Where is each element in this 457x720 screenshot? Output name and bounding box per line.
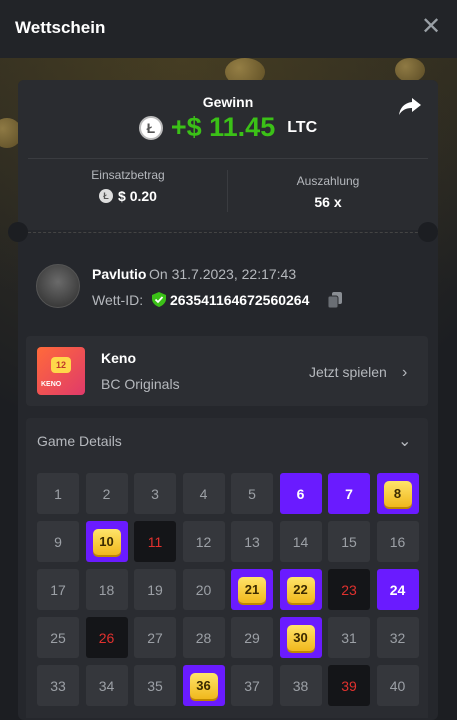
keno-tile-4: 4 [182,473,225,514]
close-icon[interactable]: ✕ [421,15,441,39]
keno-tile-30: 30 [279,617,322,658]
bet-date: On 31.7.2023, 22:17:43 [149,266,297,282]
keno-tile-35: 35 [134,665,176,706]
gem-icon: 36 [189,672,218,699]
game-link[interactable]: 12 KENO Keno BC Originals Jetzt spielen … [26,336,428,406]
keno-tile-11: 11 [134,521,176,562]
modal-title: Wettschein [15,18,106,37]
chevron-right-icon[interactable]: › [402,364,407,382]
keno-tile-31: 31 [328,617,370,658]
ticket-notch [8,222,28,242]
avatar[interactable] [36,264,80,308]
game-name: Keno [101,350,136,366]
win-amount-row: Ł +$ 11.45 LTC [18,112,438,143]
keno-tile-40: 40 [376,665,419,706]
keno-tile-12: 12 [182,521,225,562]
coin-decoration [395,58,425,82]
bet-info: Pavlutio On 31.7.2023, 22:17:43 Wett-ID:… [36,262,416,312]
keno-tile-5: 5 [231,473,273,514]
chevron-down-icon[interactable]: ⌄ [398,431,411,451]
keno-tile-34: 34 [85,665,128,706]
stake-value: $ 0.20 [118,188,157,204]
keno-tile-15: 15 [328,521,370,562]
gem-icon: 10 [92,528,121,555]
keno-tile-29: 29 [231,617,273,658]
thumb-ball: 12 [51,357,71,373]
keno-tile-37: 37 [231,665,273,706]
gem-icon: 21 [238,576,266,603]
keno-tile-24: 24 [376,569,419,610]
gem-icon: 22 [286,576,315,603]
keno-tile-9: 9 [37,521,79,562]
keno-tile-33: 33 [37,665,79,706]
keno-tile-38: 38 [279,665,322,706]
payout-stat: Auszahlung 56 x [228,174,428,210]
game-details-title: Game Details [37,433,122,449]
keno-tile-18: 18 [85,569,128,610]
gem-icon: 30 [286,624,315,651]
stake-value-row: Ł $ 0.20 [28,188,228,204]
verified-shield-icon [152,292,166,307]
keno-tile-17: 17 [37,569,79,610]
keno-tile-20: 20 [182,569,225,610]
copy-icon[interactable] [328,292,342,308]
keno-tile-32: 32 [376,617,419,658]
ltc-coin-icon: Ł [138,115,163,140]
game-details-panel: Game Details ⌄ 1 2 3 4 5 6 7 8 9 10 11 12 13 14 15 16 17… [26,418,428,718]
payout-value: 56 x [314,194,342,210]
keno-tile-36: 36 [182,665,225,706]
bet-id-label: Wett-ID: [92,292,144,308]
username[interactable]: Pavlutio [92,266,146,282]
keno-tile-7: 7 [328,473,370,514]
keno-tile-28: 28 [182,617,225,658]
keno-tile-23: 23 [328,569,370,610]
stake-label: Einsatzbetrag [91,168,165,182]
ticket-notch [418,222,438,242]
keno-tile-2: 2 [85,473,128,514]
keno-tile-39: 39 [328,665,370,706]
keno-tile-1: 1 [37,473,79,514]
win-label: Gewinn [202,94,254,110]
bet-id: 263541164672560264 [170,292,310,308]
game-provider: BC Originals [101,376,180,392]
modal-header: Wettschein ✕ [0,0,457,58]
divider [28,158,428,159]
win-currency: LTC [287,118,318,136]
gem-icon: 8 [383,480,412,507]
keno-tile-25: 25 [37,617,79,658]
keno-tile-19: 19 [134,569,176,610]
keno-tile-16: 16 [376,521,419,562]
keno-tile-3: 3 [134,473,176,514]
keno-tile-13: 13 [231,521,273,562]
perforation-divider [18,232,438,234]
keno-tile-6: 6 [279,473,322,514]
win-summary: Gewinn Ł +$ 11.45 LTC Einsatzbetrag Ł $ … [18,80,438,230]
keno-tile-14: 14 [279,521,322,562]
keno-tile-8: 8 [376,473,419,514]
win-amount: +$ 11.45 [170,112,276,142]
keno-game-thumbnail: 12 KENO [37,347,85,395]
stake-stat: Einsatzbetrag Ł $ 0.20 [28,168,228,204]
keno-tile-26: 26 [85,617,128,658]
keno-tile-27: 27 [134,617,176,658]
keno-tile-22: 22 [279,569,322,610]
keno-tile-10: 10 [85,521,128,562]
thumb-label: KENO [41,381,62,388]
payout-label: Auszahlung [296,174,360,188]
play-now-link[interactable]: Jetzt spielen [309,364,387,380]
keno-tile-21: 21 [231,569,273,610]
ltc-coin-icon: Ł [99,189,114,203]
share-icon[interactable] [398,96,422,116]
